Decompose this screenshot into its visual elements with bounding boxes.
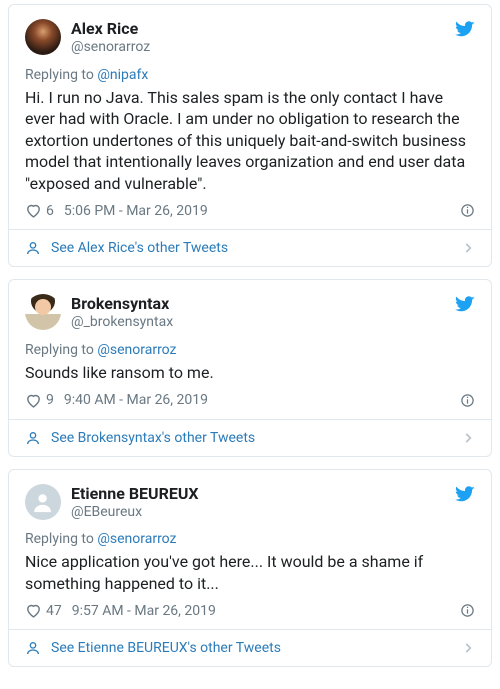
person-icon [25,240,41,256]
tweet-card: Etienne BEUREUX @EBeureux Replying to @s… [8,469,492,668]
like-button[interactable]: 47 [25,602,62,619]
author-display-name: Alex Rice [71,19,150,39]
author-display-name: Etienne BEUREUX [71,484,199,504]
twitter-bird-icon[interactable] [455,19,475,39]
tweet-timestamp[interactable]: 9:40 AM - Mar 26, 2019 [64,392,208,408]
avatar[interactable] [25,19,61,55]
see-more-label: See Etienne BEUREUX's other Tweets [51,640,281,656]
avatar[interactable] [25,484,61,520]
tweet-meta: 6 5:06 PM - Mar 26, 2019 [25,202,475,219]
see-more-label: See Alex Rice's other Tweets [51,240,228,256]
info-icon[interactable] [460,603,475,618]
author-handle: @_brokensyntax [71,314,173,332]
chevron-right-icon [461,431,475,445]
person-icon [25,640,41,656]
tweet-text: Sounds like ransom to me. [25,362,475,384]
reply-mention[interactable]: @nipafx [97,67,148,83]
twitter-bird-icon[interactable] [455,484,475,504]
like-count: 9 [46,392,54,408]
heart-icon [25,602,42,619]
tweet-timestamp[interactable]: 5:06 PM - Mar 26, 2019 [64,203,208,219]
tweet-meta: 47 9:57 AM - Mar 26, 2019 [25,602,475,619]
reply-mention[interactable]: @senorarroz [97,531,176,547]
reply-prefix: Replying to [25,342,97,358]
see-more-link[interactable]: See Brokensyntax's other Tweets [9,419,491,456]
tweet-meta: 9 9:40 AM - Mar 26, 2019 [25,392,475,409]
like-button[interactable]: 9 [25,392,54,409]
tweet-body: Brokensyntax @_brokensyntax Replying to … [9,280,491,418]
chevron-right-icon [461,641,475,655]
reply-prefix: Replying to [25,67,97,83]
tweet-body: Etienne BEUREUX @EBeureux Replying to @s… [9,470,491,630]
tweet-header: Alex Rice @senorarroz [25,19,475,57]
author-names[interactable]: Alex Rice @senorarroz [71,19,150,57]
heart-icon [25,392,42,409]
author-handle: @EBeureux [71,504,199,522]
person-icon [25,430,41,446]
chevron-right-icon [461,241,475,255]
tweet-timestamp[interactable]: 9:57 AM - Mar 26, 2019 [72,603,216,619]
like-count: 6 [46,203,54,219]
reply-mention[interactable]: @senorarroz [97,342,176,358]
avatar[interactable] [25,294,61,330]
heart-icon [25,202,42,219]
author-display-name: Brokensyntax [71,294,173,314]
tweet-card: Brokensyntax @_brokensyntax Replying to … [8,279,492,456]
author-handle: @senorarroz [71,39,150,57]
tweet-text: Hi. I run no Java. This sales spam is th… [25,87,475,195]
tweet-body: Alex Rice @senorarroz Replying to @nipaf… [9,5,491,229]
tweet-header: Brokensyntax @_brokensyntax [25,294,475,332]
see-more-link[interactable]: See Etienne BEUREUX's other Tweets [9,629,491,666]
reply-line: Replying to @senorarroz [25,342,475,358]
author-names[interactable]: Etienne BEUREUX @EBeureux [71,484,199,522]
like-count: 47 [46,603,62,619]
info-icon[interactable] [460,203,475,218]
reply-line: Replying to @senorarroz [25,531,475,547]
tweet-card: Alex Rice @senorarroz Replying to @nipaf… [8,4,492,267]
reply-prefix: Replying to [25,531,97,547]
tweet-text: Nice application you've got here... It w… [25,551,475,594]
see-more-label: See Brokensyntax's other Tweets [51,430,255,446]
see-more-link[interactable]: See Alex Rice's other Tweets [9,229,491,266]
tweet-header: Etienne BEUREUX @EBeureux [25,484,475,522]
like-button[interactable]: 6 [25,202,54,219]
reply-line: Replying to @nipafx [25,67,475,83]
info-icon[interactable] [460,393,475,408]
twitter-bird-icon[interactable] [455,294,475,314]
author-names[interactable]: Brokensyntax @_brokensyntax [71,294,173,332]
